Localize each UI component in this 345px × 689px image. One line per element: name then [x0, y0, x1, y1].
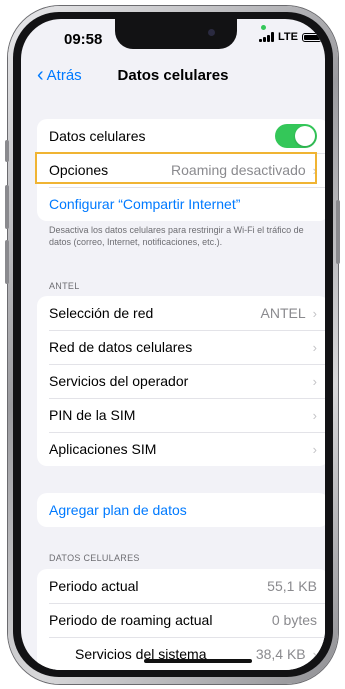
agregar-plan-link[interactable]: Agregar plan de datos [37, 493, 325, 527]
roaming-actual-row: Periodo de roaming actual 0 bytes [37, 603, 325, 637]
aplicaciones-sim-row[interactable]: Aplicaciones SIM › [37, 432, 325, 466]
camera-in-use-indicator [261, 25, 266, 30]
servicios-operador-row[interactable]: Servicios del operador › [37, 364, 325, 398]
chevron-right-icon: › [312, 305, 317, 321]
row-label: Red de datos celulares [49, 339, 193, 355]
chevron-right-icon: › [312, 339, 317, 355]
notch [115, 19, 237, 49]
datos-celulares-row: Datos celulares [37, 119, 325, 153]
datos-celulares-toggle[interactable] [275, 124, 317, 148]
home-indicator [144, 659, 252, 663]
chevron-right-icon: › [312, 373, 317, 389]
cellular-note: Desactiva los datos celulares para restr… [49, 225, 304, 247]
seleccion-red-row[interactable]: Selección de red ANTEL › [37, 296, 325, 330]
power-button [336, 200, 340, 264]
toggle-knob [295, 126, 315, 146]
red-datos-row[interactable]: Red de datos celulares › [37, 330, 325, 364]
page-title: Datos celulares [117, 67, 229, 84]
row-label: Periodo de roaming actual [49, 612, 213, 628]
battery-icon [301, 32, 325, 42]
usage-group: Periodo actual 55,1 KB Periodo de roamin… [37, 569, 325, 670]
pin-sim-row[interactable]: PIN de la SIM › [37, 398, 325, 432]
network-type: LTE [278, 31, 298, 43]
agregar-plan-label: Agregar plan de datos [49, 502, 187, 518]
navigation-bar: ‹ Atrás Datos celulares [21, 65, 325, 89]
row-label: Servicios del operador [49, 373, 189, 389]
screen: 09:58 LTE ‹ Atrás Datos celulares Datos … [21, 19, 325, 670]
row-label: Aplicaciones SIM [49, 441, 157, 457]
highlight-box [35, 152, 317, 184]
silent-switch [5, 140, 9, 162]
compartir-internet-link[interactable]: Configurar “Compartir Internet” [37, 187, 325, 221]
usage-section-header: DATOS CELULARES [49, 553, 140, 563]
volume-up-button [5, 185, 9, 229]
chevron-right-icon: › [312, 441, 317, 457]
signal-icon [259, 32, 274, 42]
datos-celulares-label: Datos celulares [49, 128, 146, 144]
row-label: PIN de la SIM [49, 407, 136, 423]
status-icons: LTE [259, 31, 325, 43]
volume-down-button [5, 240, 9, 284]
compartir-internet-label: Configurar “Compartir Internet” [49, 196, 241, 212]
periodo-actual-row: Periodo actual 55,1 KB [37, 569, 325, 603]
servicios-sistema-row[interactable]: Servicios del sistema 38,4 KB › [37, 637, 325, 670]
row-value: 0 bytes [271, 612, 317, 628]
row-value: 55,1 KB [267, 578, 317, 594]
row-value: ANTEL [260, 305, 306, 321]
camera-icon [208, 29, 215, 36]
antel-section-header: ANTEL [49, 281, 80, 291]
antel-group: Selección de red ANTEL › Red de datos ce… [37, 296, 325, 466]
chevron-right-icon: › [312, 646, 317, 662]
chevron-right-icon: › [312, 407, 317, 423]
status-time: 09:58 [64, 31, 103, 48]
row-value: 38,4 KB [255, 646, 306, 662]
row-label: Selección de red [49, 305, 154, 321]
row-label: Periodo actual [49, 578, 139, 594]
plan-group: Agregar plan de datos [37, 493, 325, 527]
